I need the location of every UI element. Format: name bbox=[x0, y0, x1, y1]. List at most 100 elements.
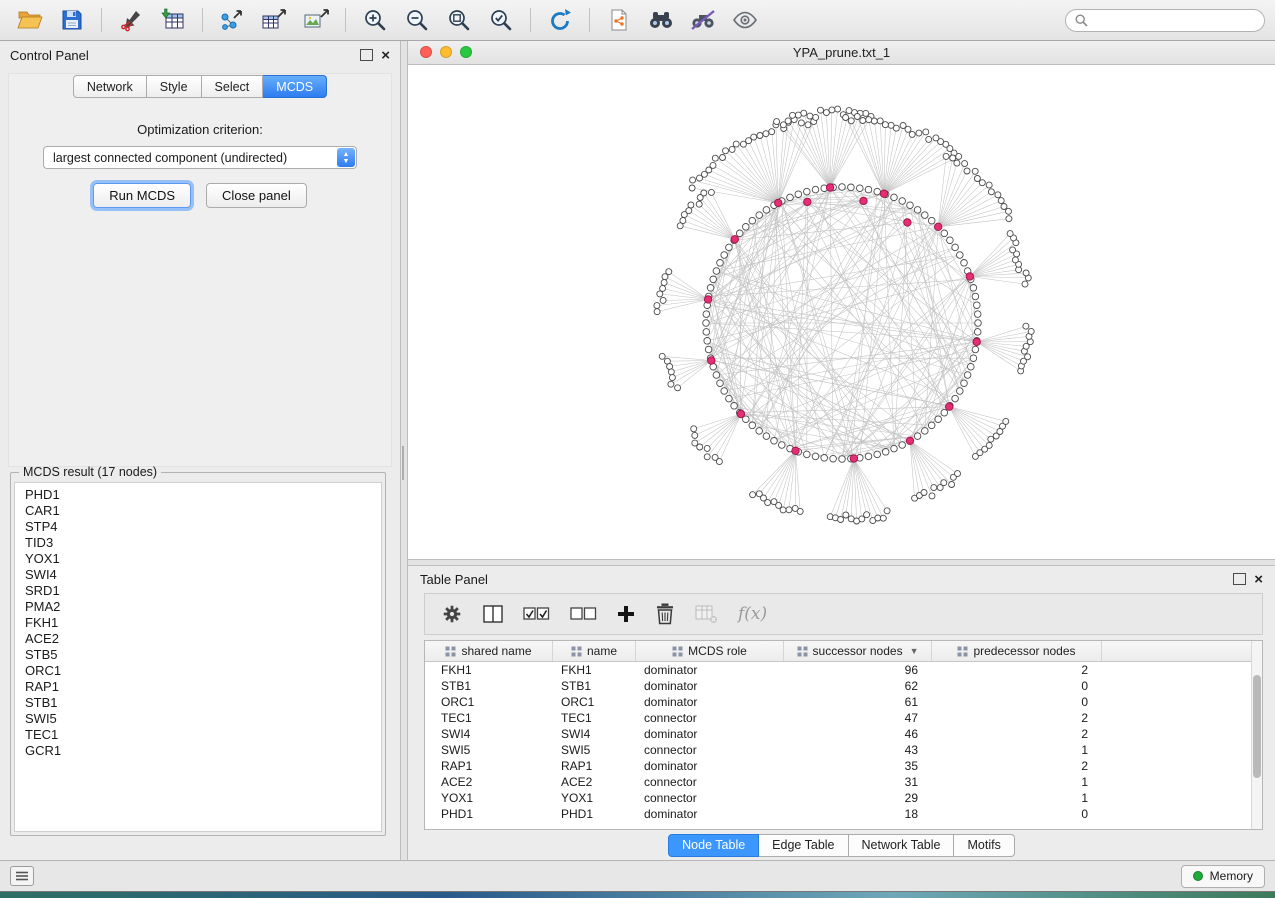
mcds-result-item[interactable]: STP4 bbox=[25, 519, 371, 535]
table-row[interactable]: SWI4SWI4dominator462 bbox=[425, 726, 1262, 742]
export-network-button[interactable] bbox=[212, 4, 252, 36]
show-columns-button[interactable] bbox=[483, 605, 503, 623]
chevron-down-icon[interactable]: ▼ bbox=[910, 646, 919, 656]
column-header-successor-nodes[interactable]: successor nodes ▼ bbox=[784, 641, 932, 661]
close-panel-icon[interactable]: × bbox=[381, 48, 390, 63]
tab-mcds[interactable]: MCDS bbox=[263, 75, 327, 98]
table-settings-button[interactable] bbox=[441, 603, 463, 625]
network-graph[interactable] bbox=[408, 65, 1275, 559]
show-graphics-details-button[interactable] bbox=[725, 4, 765, 36]
table-cell: dominator bbox=[636, 663, 784, 677]
tab-network[interactable]: Network bbox=[73, 75, 147, 98]
mcds-result-item[interactable]: STB5 bbox=[25, 647, 371, 663]
criterion-select[interactable]: largest connected component (undirected)… bbox=[43, 146, 357, 169]
float-window-icon[interactable] bbox=[1233, 573, 1246, 585]
maximize-window-icon[interactable] bbox=[460, 46, 472, 58]
network-canvas[interactable] bbox=[408, 65, 1275, 559]
clear-highlight-button[interactable] bbox=[683, 4, 723, 36]
delete-column-button[interactable] bbox=[655, 603, 675, 625]
tab-node-table[interactable]: Node Table bbox=[668, 834, 759, 857]
control-panel-header: Control Panel × bbox=[0, 41, 400, 69]
open-file-button[interactable] bbox=[10, 4, 50, 36]
share-document-button[interactable] bbox=[599, 4, 639, 36]
run-mcds-button[interactable]: Run MCDS bbox=[93, 183, 191, 208]
import-table-button[interactable] bbox=[153, 4, 193, 36]
column-header-predecessor-nodes[interactable]: predecessor nodes bbox=[932, 641, 1102, 661]
table-cell: TEC1 bbox=[553, 711, 636, 725]
table-row[interactable]: TEC1TEC1connector472 bbox=[425, 710, 1262, 726]
table-panel: Table Panel × bbox=[408, 566, 1275, 860]
memory-button[interactable]: Memory bbox=[1181, 865, 1265, 888]
column-label: MCDS role bbox=[688, 644, 747, 658]
search-field[interactable] bbox=[1065, 9, 1265, 32]
column-header-shared-name[interactable]: shared name bbox=[425, 641, 553, 661]
mcds-result-item[interactable]: CAR1 bbox=[25, 503, 371, 519]
zoom-fit-button[interactable] bbox=[439, 4, 479, 36]
scrollbar-thumb[interactable] bbox=[1253, 675, 1261, 778]
minimize-window-icon[interactable] bbox=[440, 46, 452, 58]
table-cell: dominator bbox=[636, 695, 784, 709]
zoom-in-button[interactable] bbox=[355, 4, 395, 36]
import-network-button[interactable] bbox=[111, 4, 151, 36]
table-row[interactable]: SWI5SWI5connector431 bbox=[425, 742, 1262, 758]
mcds-result-item[interactable]: TEC1 bbox=[25, 727, 371, 743]
column-header-name[interactable]: name bbox=[553, 641, 636, 661]
zoom-out-button[interactable] bbox=[397, 4, 437, 36]
mcds-result-item[interactable]: YOX1 bbox=[25, 551, 371, 567]
close-panel-icon[interactable]: × bbox=[1254, 572, 1263, 587]
table-scrollbar[interactable] bbox=[1251, 641, 1262, 829]
float-window-icon[interactable] bbox=[360, 49, 373, 61]
export-table-button[interactable] bbox=[254, 4, 294, 36]
tab-motifs[interactable]: Motifs bbox=[954, 834, 1014, 857]
mcds-result-item[interactable]: RAP1 bbox=[25, 679, 371, 695]
function-builder-button[interactable]: f(x) bbox=[738, 604, 767, 624]
deselect-all-button[interactable] bbox=[570, 607, 597, 621]
mcds-result-item[interactable]: PHD1 bbox=[25, 487, 371, 503]
add-column-button[interactable] bbox=[617, 605, 635, 623]
mcds-result-item[interactable]: ACE2 bbox=[25, 631, 371, 647]
mcds-result-item[interactable]: TID3 bbox=[25, 535, 371, 551]
mcds-result-item[interactable]: SWI4 bbox=[25, 567, 371, 583]
document-share-icon bbox=[608, 8, 630, 32]
control-panel: Control Panel × NetworkStyleSelectMCDS O… bbox=[0, 41, 400, 860]
select-all-button[interactable] bbox=[523, 607, 550, 621]
tab-style[interactable]: Style bbox=[147, 75, 202, 98]
table-cell: PHD1 bbox=[553, 807, 636, 821]
close-window-icon[interactable] bbox=[420, 46, 432, 58]
column-header-mcds-role[interactable]: MCDS role bbox=[636, 641, 784, 661]
table-cell: SWI5 bbox=[425, 743, 553, 757]
tab-edge-table[interactable]: Edge Table bbox=[759, 834, 848, 857]
mcds-result-item[interactable]: PMA2 bbox=[25, 599, 371, 615]
table-row[interactable]: PHD1PHD1dominator180 bbox=[425, 806, 1262, 822]
horizontal-splitter[interactable] bbox=[408, 559, 1275, 566]
search-input[interactable] bbox=[1093, 12, 1255, 28]
search-network-button[interactable] bbox=[641, 4, 681, 36]
status-menu-button[interactable] bbox=[10, 866, 34, 886]
save-session-button[interactable] bbox=[52, 4, 92, 36]
mcds-result-item[interactable]: FKH1 bbox=[25, 615, 371, 631]
table-row[interactable]: YOX1YOX1connector291 bbox=[425, 790, 1262, 806]
column-attr-icon bbox=[957, 646, 968, 657]
mcds-result-item[interactable]: GCR1 bbox=[25, 743, 371, 759]
zoom-selected-button[interactable] bbox=[481, 4, 521, 36]
tab-select[interactable]: Select bbox=[202, 75, 264, 98]
vertical-splitter[interactable] bbox=[400, 41, 408, 860]
mcds-result-list[interactable]: PHD1CAR1STP4TID3YOX1SWI4SRD1PMA2FKH1ACE2… bbox=[14, 482, 382, 832]
select-stepper-icon[interactable]: ▲▼ bbox=[337, 148, 355, 167]
checked-boxes-icon bbox=[523, 607, 550, 621]
network-window-titlebar[interactable]: YPA_prune.txt_1 bbox=[408, 41, 1275, 65]
table-row[interactable]: ACE2ACE2connector311 bbox=[425, 774, 1262, 790]
table-row[interactable]: RAP1RAP1dominator352 bbox=[425, 758, 1262, 774]
apply-layout-button[interactable] bbox=[540, 4, 580, 36]
close-panel-button[interactable]: Close panel bbox=[206, 183, 307, 208]
splitter-grip[interactable] bbox=[402, 446, 404, 480]
table-row[interactable]: FKH1FKH1dominator962 bbox=[425, 662, 1262, 678]
table-row[interactable]: STB1STB1dominator620 bbox=[425, 678, 1262, 694]
table-row[interactable]: ORC1ORC1dominator610 bbox=[425, 694, 1262, 710]
mcds-result-item[interactable]: ORC1 bbox=[25, 663, 371, 679]
mcds-result-item[interactable]: STB1 bbox=[25, 695, 371, 711]
export-image-button[interactable] bbox=[296, 4, 336, 36]
tab-network-table[interactable]: Network Table bbox=[849, 834, 955, 857]
mcds-result-item[interactable]: SWI5 bbox=[25, 711, 371, 727]
mcds-result-item[interactable]: SRD1 bbox=[25, 583, 371, 599]
